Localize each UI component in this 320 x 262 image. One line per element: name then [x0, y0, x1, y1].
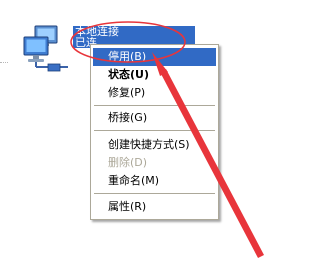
menu-separator	[94, 105, 215, 106]
menu-item-delete: 删除(D)	[108, 156, 148, 169]
network-computers-icon	[23, 25, 68, 72]
menu-item-disable[interactable]: 停用(B)	[93, 48, 216, 66]
menu-item-bridge[interactable]: 桥接(G)	[93, 109, 216, 127]
menu-separator	[94, 193, 215, 194]
menu-item-repair[interactable]: 修复(P)	[93, 84, 216, 102]
context-menu: 停用(B) 状态(U) 修复(P) 桥接(G) 创建快捷方式(S) 删除(D) …	[90, 44, 219, 220]
menu-item-create-shortcut[interactable]: 创建快捷方式(S)	[93, 136, 216, 154]
dotted-guide-line	[0, 62, 8, 63]
menu-separator	[94, 130, 215, 131]
network-connection-icon[interactable]	[20, 24, 72, 74]
menu-item-status[interactable]: 状态(U)	[93, 66, 216, 84]
menu-item-properties[interactable]: 属性(R)	[93, 198, 216, 216]
menu-item-rename[interactable]: 重命名(M)	[93, 172, 216, 190]
